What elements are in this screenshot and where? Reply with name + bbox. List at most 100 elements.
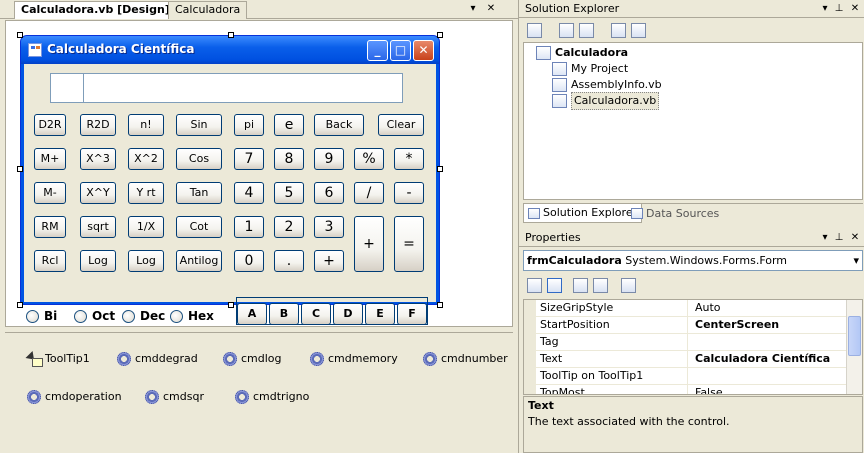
property-row[interactable]: ToolTip on ToolTip1: [524, 368, 846, 385]
calc-button[interactable]: Sin: [176, 114, 222, 136]
calc-button[interactable]: 0: [234, 250, 264, 272]
calc-button[interactable]: +: [354, 216, 384, 272]
tab-solution-explorer[interactable]: Solution Explorer: [523, 204, 643, 223]
property-grid-scrollbar[interactable]: [846, 300, 862, 394]
calc-button[interactable]: -: [394, 182, 424, 204]
property-pages-icon[interactable]: [621, 278, 636, 293]
properties-icon[interactable]: [527, 23, 542, 38]
calc-button[interactable]: 3: [314, 216, 344, 238]
tray-component-cmdlog[interactable]: cmdlog: [223, 351, 282, 367]
tree-item-my-project[interactable]: My Project: [552, 61, 628, 77]
categorized-icon[interactable]: [527, 278, 542, 293]
calc-button[interactable]: M-: [34, 182, 66, 204]
calc-button[interactable]: 4: [234, 182, 264, 204]
hex-button-f[interactable]: F: [397, 303, 427, 325]
calc-button[interactable]: Log: [80, 250, 116, 272]
calc-button[interactable]: 1/X: [128, 216, 164, 238]
calc-button[interactable]: Antilog: [176, 250, 222, 272]
resize-handle[interactable]: [17, 32, 23, 38]
resize-handle[interactable]: [437, 166, 443, 172]
events-icon[interactable]: [593, 278, 608, 293]
scrollbar-thumb[interactable]: [848, 316, 861, 356]
window-position-icon[interactable]: ▾: [819, 2, 831, 15]
radio-button-icon[interactable]: [122, 309, 135, 323]
radio-hex[interactable]: Hex: [170, 308, 214, 324]
hex-button-e[interactable]: E: [365, 303, 395, 325]
tab-dropdown-icon[interactable]: ▾: [466, 2, 480, 16]
minimize-icon[interactable]: _: [367, 40, 388, 61]
property-row[interactable]: Text Calculadora Científica: [524, 351, 846, 368]
calc-button[interactable]: %: [354, 148, 384, 170]
calc-button[interactable]: sqrt: [80, 216, 116, 238]
tray-component-cmdmemory[interactable]: cmdmemory: [310, 351, 398, 367]
object-selector[interactable]: frmCalculadora System.Windows.Forms.Form…: [523, 250, 863, 271]
property-value[interactable]: CenterScreen: [692, 317, 846, 334]
close-pane-icon[interactable]: ✕: [849, 231, 861, 244]
radio-oct[interactable]: Oct: [74, 308, 115, 324]
maximize-icon[interactable]: □: [390, 40, 411, 61]
calc-button[interactable]: 7: [234, 148, 264, 170]
calc-button[interactable]: X^Y: [80, 182, 116, 204]
calc-button[interactable]: *: [394, 148, 424, 170]
calc-button[interactable]: R2D: [80, 114, 116, 136]
calc-button[interactable]: +: [314, 250, 344, 272]
calc-button[interactable]: 2: [274, 216, 304, 238]
calc-button[interactable]: Tan: [176, 182, 222, 204]
properties-view-icon[interactable]: [573, 278, 588, 293]
property-value[interactable]: Calculadora Científica: [692, 351, 846, 368]
calc-button[interactable]: 9: [314, 148, 344, 170]
calc-button[interactable]: M+: [34, 148, 66, 170]
calc-button[interactable]: n!: [128, 114, 164, 136]
calc-button[interactable]: =: [394, 216, 424, 272]
pin-icon[interactable]: ⊥: [833, 231, 845, 244]
hex-button-b[interactable]: B: [269, 303, 299, 325]
tray-component-cmdnumber[interactable]: cmdnumber: [423, 351, 508, 367]
pin-icon[interactable]: ⊥: [833, 2, 845, 15]
calc-button[interactable]: 1: [234, 216, 264, 238]
window-position-icon[interactable]: ▾: [819, 231, 831, 244]
property-row[interactable]: TopMost False: [524, 385, 846, 394]
show-all-files-icon[interactable]: [559, 23, 574, 38]
view-designer-icon[interactable]: [631, 23, 646, 38]
calc-button[interactable]: X^2: [128, 148, 164, 170]
property-value[interactable]: Auto: [692, 300, 846, 317]
property-value[interactable]: [692, 368, 846, 385]
hex-button-d[interactable]: D: [333, 303, 363, 325]
calc-button[interactable]: X^3: [80, 148, 116, 170]
radio-bi[interactable]: Bi: [26, 308, 57, 324]
tray-component-cmddegrad[interactable]: cmddegrad: [117, 351, 198, 367]
tray-component-cmdsqr[interactable]: cmdsqr: [145, 389, 204, 405]
property-value[interactable]: False: [692, 385, 846, 394]
resize-handle[interactable]: [437, 32, 443, 38]
close-document-icon[interactable]: ✕: [484, 2, 498, 16]
tree-item-calculadora-vb[interactable]: Calculadora.vb: [552, 92, 660, 110]
calc-button[interactable]: .: [274, 250, 304, 272]
calc-button[interactable]: 6: [314, 182, 344, 204]
resize-handle[interactable]: [17, 166, 23, 172]
property-row[interactable]: StartPosition CenterScreen: [524, 317, 846, 334]
calc-button[interactable]: /: [354, 182, 384, 204]
property-value[interactable]: [692, 334, 846, 351]
calc-button[interactable]: Back: [314, 114, 364, 136]
tray-component-cmdtrigno[interactable]: cmdtrigno: [235, 389, 309, 405]
calc-button[interactable]: Cos: [176, 148, 222, 170]
tab-calculadora-design[interactable]: Calculadora.vb [Design]*: [14, 1, 183, 19]
tree-item-calculadora[interactable]: Calculadora: [536, 45, 628, 61]
calc-button[interactable]: 8: [274, 148, 304, 170]
property-row[interactable]: SizeGripStyle Auto: [524, 300, 846, 317]
radio-dec[interactable]: Dec: [122, 308, 165, 324]
radio-button-icon[interactable]: [74, 309, 87, 323]
chevron-down-icon[interactable]: ▾: [853, 251, 859, 270]
tab-calculadora-code[interactable]: Calculadora: [168, 1, 248, 19]
tray-component-tooltip1[interactable]: ToolTip1: [27, 351, 90, 367]
resize-handle[interactable]: [228, 302, 234, 308]
radio-button-icon[interactable]: [26, 309, 39, 323]
tray-component-cmdoperation[interactable]: cmdoperation: [27, 389, 122, 405]
property-row[interactable]: Tag: [524, 334, 846, 351]
resize-handle[interactable]: [228, 32, 234, 38]
resize-handle[interactable]: [437, 302, 443, 308]
calc-button[interactable]: RM: [34, 216, 66, 238]
calc-button[interactable]: D2R: [34, 114, 66, 136]
resize-handle[interactable]: [17, 302, 23, 308]
hex-button-c[interactable]: C: [301, 303, 331, 325]
